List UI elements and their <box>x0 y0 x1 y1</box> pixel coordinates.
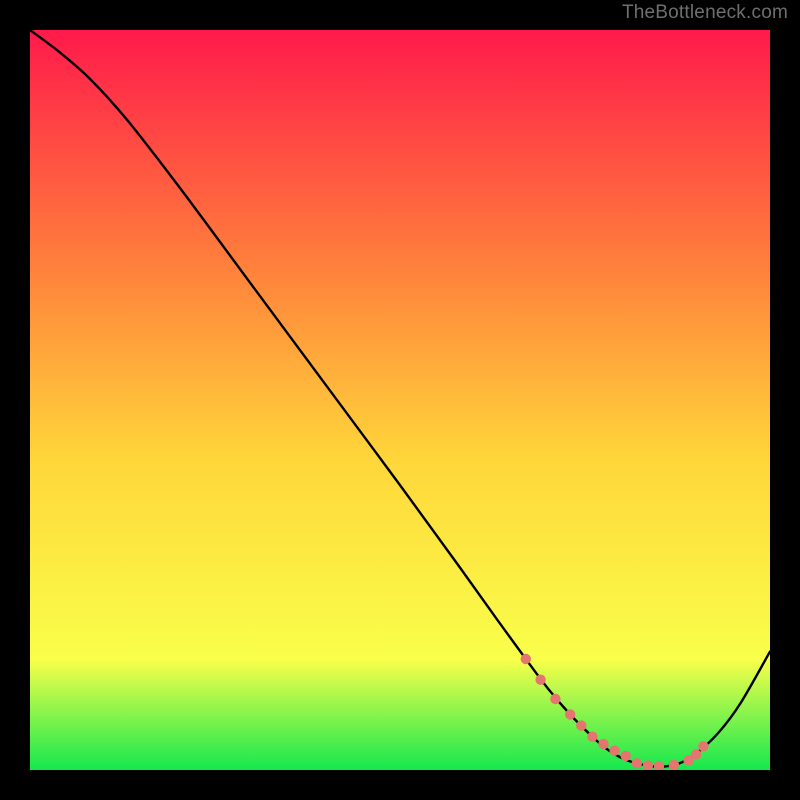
attribution-label: TheBottleneck.com <box>622 2 788 24</box>
marker-dot <box>691 749 701 759</box>
marker-dot <box>598 739 608 749</box>
marker-dot <box>698 741 708 751</box>
chart-svg <box>30 30 770 770</box>
marker-dot <box>535 675 545 685</box>
marker-dot <box>609 746 619 756</box>
marker-dot <box>587 732 597 742</box>
plot-area <box>30 30 770 770</box>
chart-frame: TheBottleneck.com <box>0 0 800 800</box>
marker-dot <box>565 709 575 719</box>
gradient-background <box>30 30 770 770</box>
marker-dot <box>521 654 531 664</box>
marker-dot <box>632 758 642 768</box>
marker-dot <box>669 760 679 770</box>
marker-dot <box>621 751 631 761</box>
marker-dot <box>576 720 586 730</box>
marker-dot <box>550 694 560 704</box>
